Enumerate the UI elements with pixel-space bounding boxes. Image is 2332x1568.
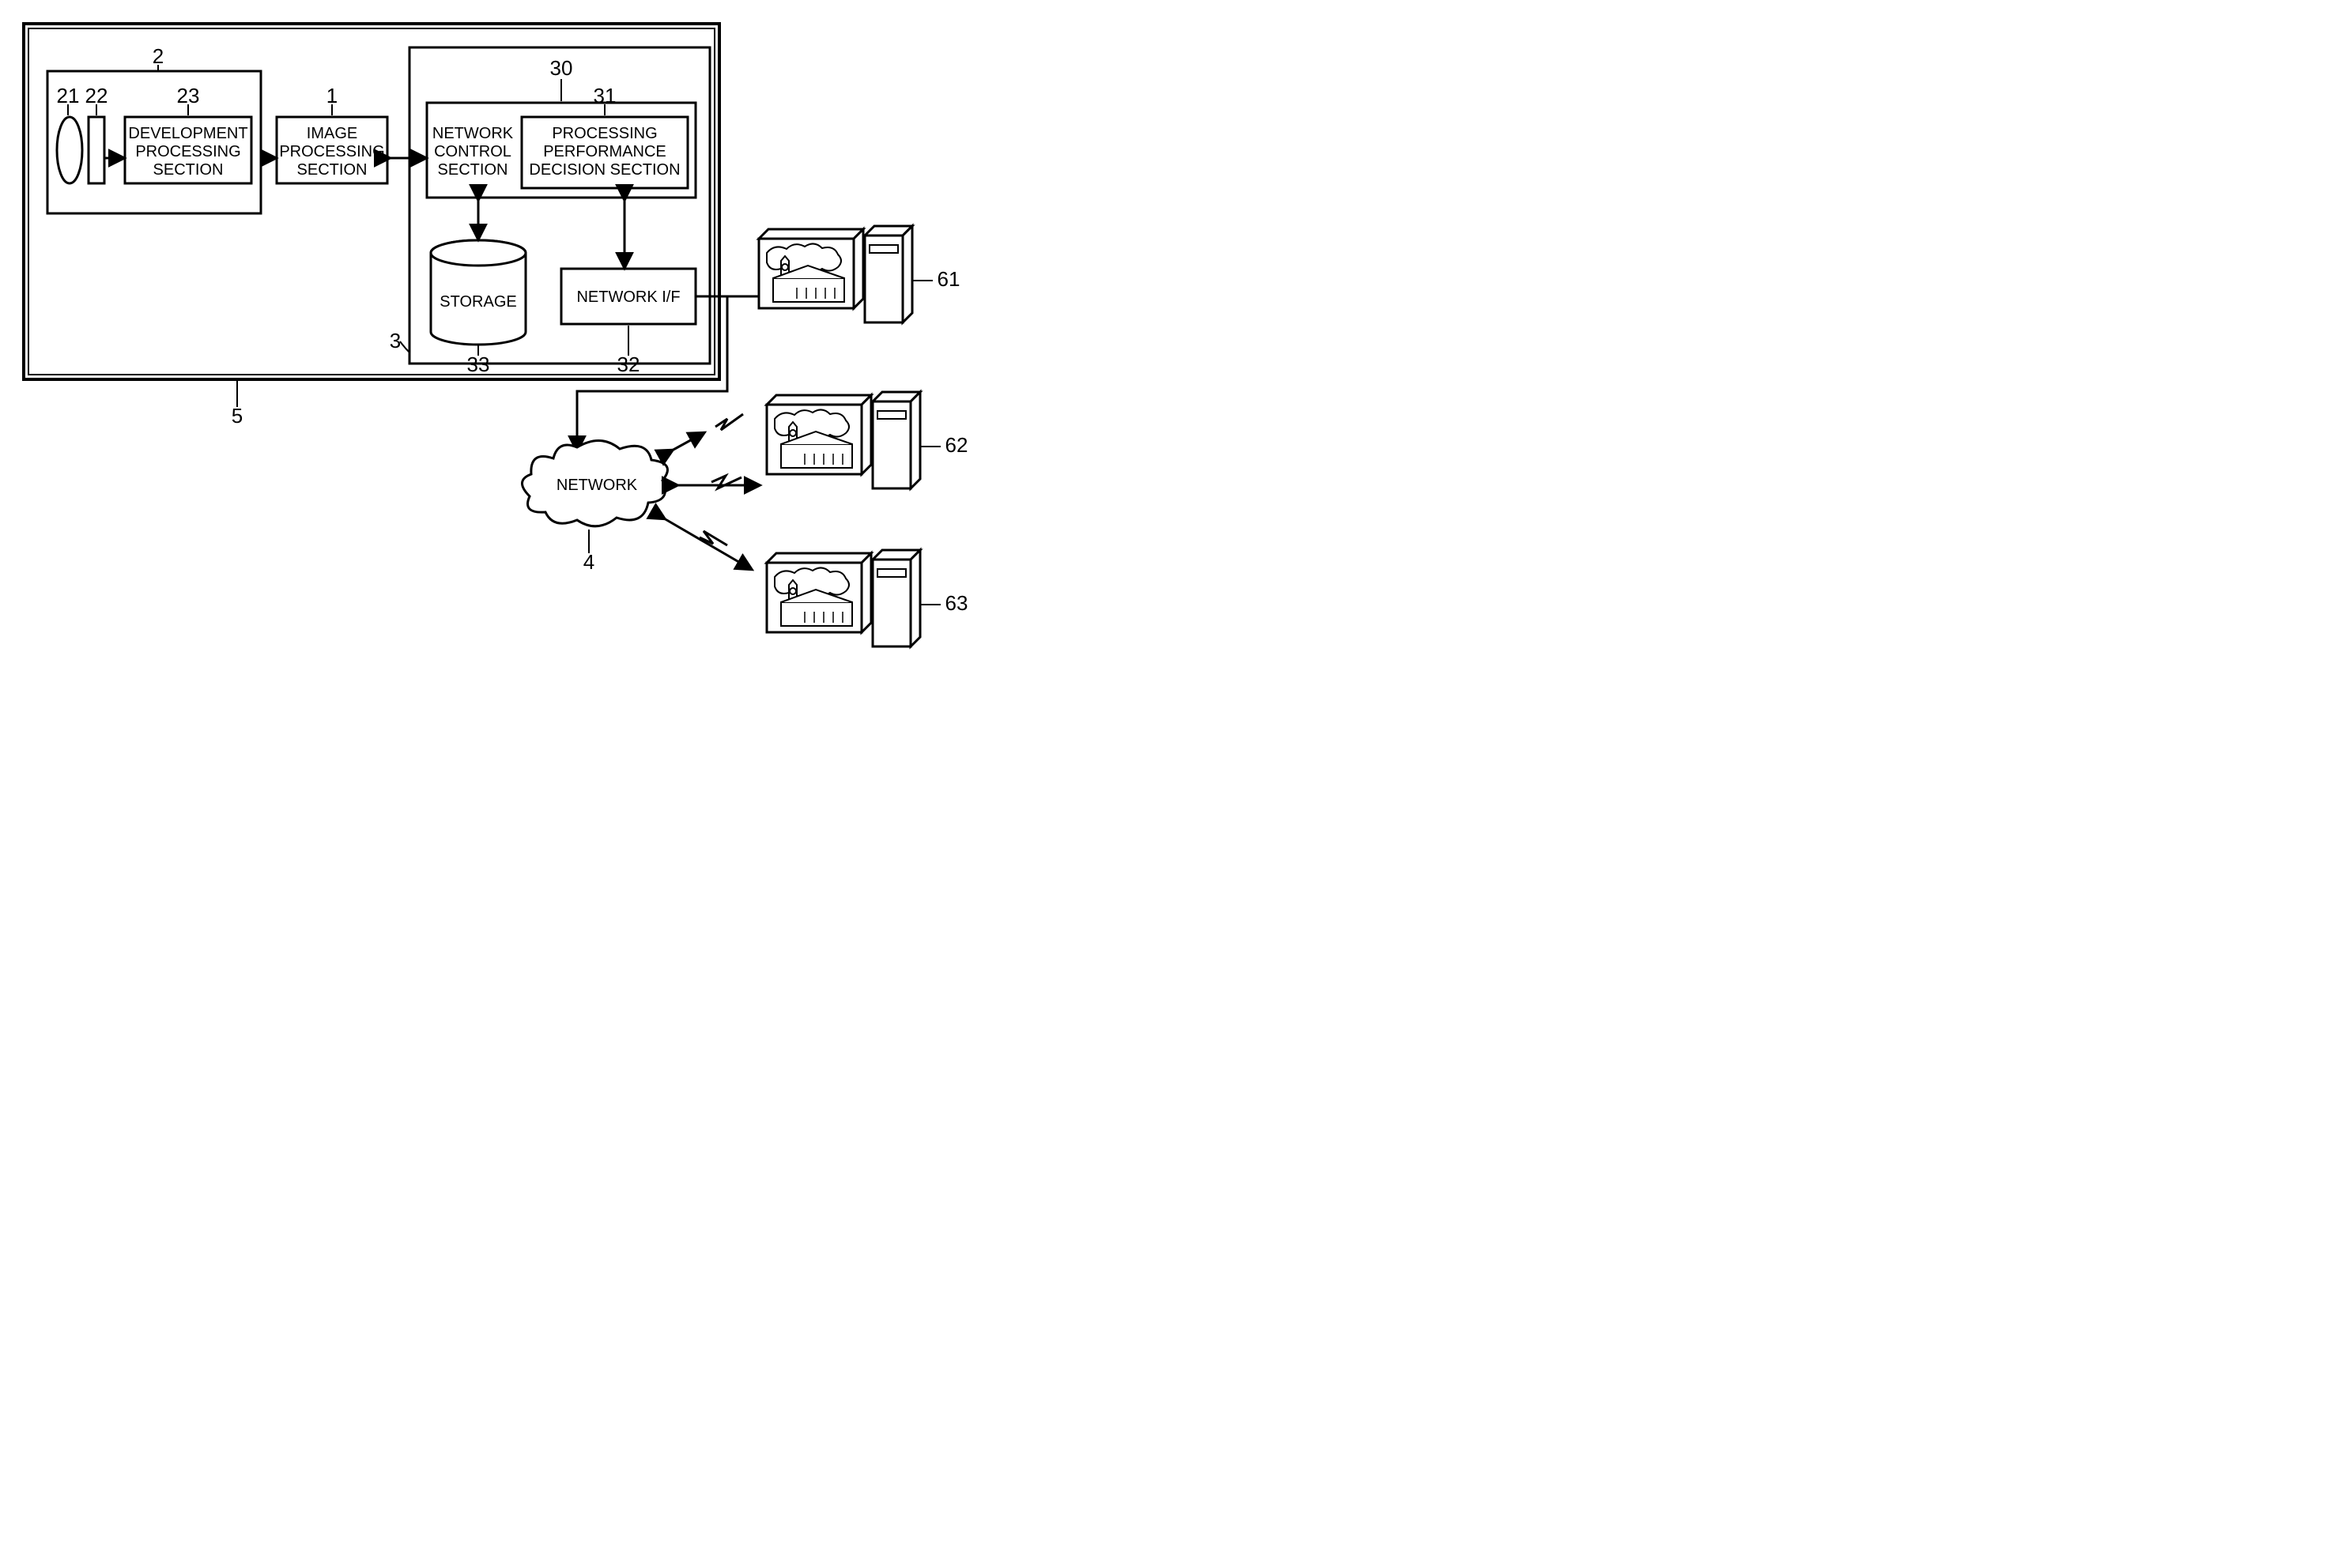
netctrl-line3: SECTION: [438, 161, 508, 179]
perf-line1: PROCESSING: [552, 125, 657, 142]
computer-61: [759, 226, 912, 322]
wireless-to-61: [672, 414, 743, 450]
network-label: NETWORK: [557, 477, 638, 494]
img-line3: SECTION: [297, 161, 368, 179]
lens-icon: [57, 117, 82, 183]
label-22: 22: [85, 84, 108, 107]
label-3: 3: [390, 329, 401, 352]
label-32: 32: [617, 352, 640, 376]
netctrl-line2: CONTROL: [434, 143, 511, 160]
label-2: 2: [153, 44, 164, 68]
label-1: 1: [326, 84, 338, 107]
computer-63: [767, 550, 920, 646]
label-63: 63: [945, 591, 968, 615]
wire-netif-to-network: [577, 296, 727, 450]
device-box: [24, 24, 719, 379]
storage-icon: [431, 240, 526, 345]
storage-label: STORAGE: [440, 293, 516, 311]
diagram-root: DEVELOPMENT PROCESSING SECTION IMAGE PRO…: [0, 0, 1166, 784]
img-line2: PROCESSING: [279, 143, 384, 160]
label-23: 23: [177, 84, 200, 107]
sensor-icon: [89, 117, 104, 183]
wireless-to-63: [664, 518, 751, 569]
label-5: 5: [232, 404, 243, 428]
label-4: 4: [583, 550, 594, 574]
wire-netif-to-61: [696, 277, 759, 296]
label-33: 33: [467, 352, 490, 376]
dev-line3: SECTION: [153, 161, 224, 179]
perf-line2: PERFORMANCE: [543, 143, 666, 160]
netctrl-line1: NETWORK: [432, 125, 514, 142]
group-2-box: [47, 71, 261, 213]
label-21: 21: [57, 84, 80, 107]
perf-line3: DECISION SECTION: [529, 161, 680, 179]
dev-line2: PROCESSING: [135, 143, 240, 160]
label-61: 61: [938, 267, 960, 291]
computer-62: [767, 392, 920, 488]
dev-line1: DEVELOPMENT: [128, 125, 247, 142]
label-30: 30: [550, 56, 573, 80]
label-31: 31: [594, 84, 617, 107]
wireless-to-62: [677, 476, 759, 488]
img-line1: IMAGE: [307, 125, 357, 142]
netif-label: NETWORK I/F: [576, 288, 680, 306]
label-62: 62: [945, 433, 968, 457]
